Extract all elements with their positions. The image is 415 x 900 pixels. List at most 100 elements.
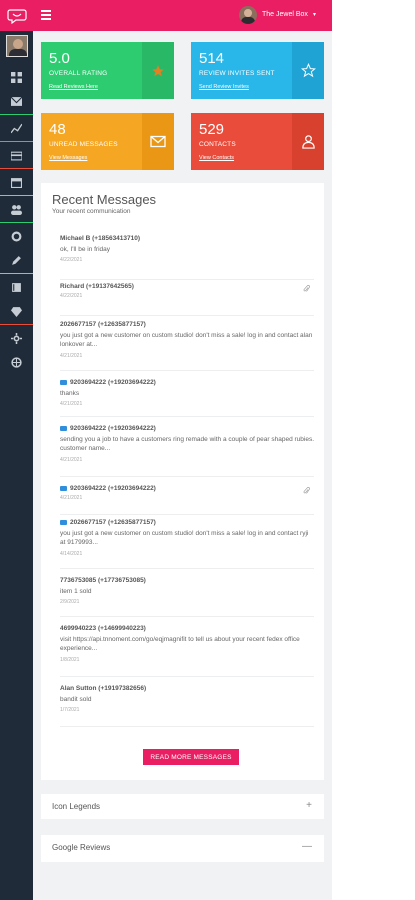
message-body: visit https://api.tnnoment.com/go/eqjmag… [60, 636, 300, 653]
message-item[interactable]: 2026677157 (+12635877157) you just got a… [60, 321, 314, 371]
sidebar-divider [0, 141, 33, 142]
stat-value: 529 [199, 121, 225, 138]
read-more-button[interactable]: READ MORE MESSAGES [143, 749, 239, 765]
sidebar-item-products[interactable] [0, 299, 33, 323]
message-item[interactable]: 2026677157 (+12635877157) you just got a… [60, 519, 314, 569]
sidebar-item-dashboard[interactable] [0, 65, 33, 89]
message-time: 1/8/2021 [60, 656, 80, 663]
settings-icon [11, 231, 22, 241]
sidebar-avatar[interactable] [5, 35, 28, 57]
main-content: 5.0 OVERALL RATING Read Reviews Here 514… [33, 31, 332, 900]
message-item[interactable]: 9203694222 (+19203694222) sending you a … [60, 425, 314, 477]
stat-label: UNREAD MESSAGES [49, 141, 118, 148]
message-body: ok, I'll be in friday [60, 246, 111, 253]
message-time: 2/9/2021 [60, 599, 80, 606]
sidebar-item-web[interactable] [0, 350, 33, 374]
message-time: 4/21/2021 [60, 401, 83, 408]
accordion-google-reviews[interactable]: Google Reviews — [41, 835, 324, 862]
calendar-icon [11, 177, 22, 188]
stat-link[interactable]: Send Review Invites [199, 84, 249, 90]
message-item[interactable]: Alan Sutton (+19197382656) bandit sold 1… [60, 685, 314, 727]
message-time: 4/21/2021 [60, 456, 83, 463]
message-body: bandit sold [60, 696, 92, 703]
sidebar-divider [0, 195, 33, 196]
stat-card-rating: 5.0 OVERALL RATING Read Reviews Here [41, 42, 174, 99]
message-sender: 2026677157 (+12635877157) [60, 321, 146, 328]
stat-link[interactable]: View Contacts [199, 155, 234, 161]
message-item[interactable]: 7736753085 (+17736753085) item 1 sold 2/… [60, 577, 314, 617]
book-icon [12, 282, 21, 292]
app-logo[interactable] [0, 0, 33, 31]
menu-toggle-icon[interactable] [41, 10, 51, 20]
message-item[interactable]: Richard (+19137642565) 4/22/2021 [60, 283, 314, 316]
flag-icon [60, 520, 67, 525]
stat-icon-box [292, 113, 324, 170]
stat-value: 5.0 [49, 50, 70, 67]
message-time: 1/7/2021 [60, 707, 80, 714]
user-avatar[interactable] [239, 6, 257, 24]
stat-icon-box [142, 42, 174, 99]
sidebar-item-messages[interactable] [0, 89, 33, 113]
message-body: thanks [60, 390, 80, 397]
message-time: 4/14/2021 [60, 550, 83, 557]
expand-icon[interactable]: + [306, 800, 312, 811]
panel-subtitle: Your recent communication [52, 208, 131, 215]
accordion-icon-legends[interactable]: Icon Legends + [41, 794, 324, 819]
sidebar-item-billing[interactable] [0, 143, 33, 167]
sidebar-item-library[interactable] [0, 275, 33, 299]
stat-link[interactable]: Read Reviews Here [49, 84, 98, 90]
attachment-icon[interactable] [303, 487, 310, 495]
message-body: item 1 sold [60, 588, 92, 595]
card-icon [11, 151, 22, 160]
recent-messages-panel: Recent Messages Your recent communicatio… [41, 183, 324, 780]
message-sender: 2026677157 (+12635877157) [60, 519, 314, 526]
message-item[interactable]: 9203694222 (+19203694222) 4/21/2021 [60, 485, 314, 515]
stat-label: REVIEW INVITES SENT [199, 70, 275, 77]
attachment-icon[interactable] [303, 285, 310, 293]
top-bar: The Jewel Box ▾ [33, 0, 332, 31]
stat-card-contacts: 529 CONTACTS View Contacts [191, 113, 324, 170]
message-sender: 9203694222 (+19203694222) [60, 485, 314, 492]
stat-card-invites: 514 REVIEW INVITES SENT Send Review Invi… [191, 42, 324, 99]
panel-title: Recent Messages [52, 192, 157, 207]
sidebar-item-calendar[interactable] [0, 170, 33, 194]
sidebar [0, 0, 33, 900]
message-item[interactable]: 4699940223 (+14699940223) visit https://… [60, 625, 314, 677]
message-sender: Richard (+19137642565) [60, 283, 134, 290]
stat-label: OVERALL RATING [49, 70, 108, 77]
sidebar-item-tools[interactable] [0, 326, 33, 350]
message-sender: 4699940223 (+14699940223) [60, 625, 146, 632]
message-sender: 7736753085 (+17736753085) [60, 577, 146, 584]
message-body: sending you a job to have a customers ri… [60, 436, 315, 453]
star-filled-icon [152, 64, 164, 76]
accordion-title: Icon Legends [52, 802, 101, 811]
message-time: 4/21/2021 [60, 352, 83, 359]
message-item[interactable]: Michael B (+18563413710) ok, I'll be in … [60, 235, 314, 280]
sidebar-item-analytics[interactable] [0, 116, 33, 140]
message-sender: Michael B (+18563413710) [60, 235, 141, 242]
chat-logo-icon [6, 8, 27, 24]
flag-icon [60, 380, 67, 385]
sidebar-item-settings[interactable] [0, 224, 33, 248]
stat-label: CONTACTS [199, 141, 236, 148]
message-time: 4/22/2021 [60, 293, 83, 299]
accordion-title: Google Reviews [52, 843, 111, 852]
stat-value: 514 [199, 50, 225, 67]
mail-icon [11, 96, 22, 106]
flag-icon [60, 486, 67, 491]
chevron-down-icon[interactable]: ▾ [313, 11, 316, 18]
star-outline-icon [300, 63, 316, 78]
diamond-icon [11, 306, 22, 317]
sidebar-item-contacts[interactable] [0, 197, 33, 221]
stat-value: 48 [49, 121, 66, 138]
stat-link[interactable]: View Messages [49, 155, 87, 161]
sidebar-divider [0, 168, 33, 169]
sidebar-divider [0, 222, 33, 223]
message-time: 4/22/2021 [60, 257, 83, 264]
message-body: you just got a new customer on custom st… [60, 530, 309, 547]
collapse-icon[interactable]: — [302, 841, 312, 852]
user-name[interactable]: The Jewel Box [262, 11, 308, 18]
message-item[interactable]: 9203694222 (+19203694222) thanks 4/21/20… [60, 379, 314, 417]
message-sender: 9203694222 (+19203694222) [60, 379, 314, 386]
sidebar-item-edit[interactable] [0, 248, 33, 272]
